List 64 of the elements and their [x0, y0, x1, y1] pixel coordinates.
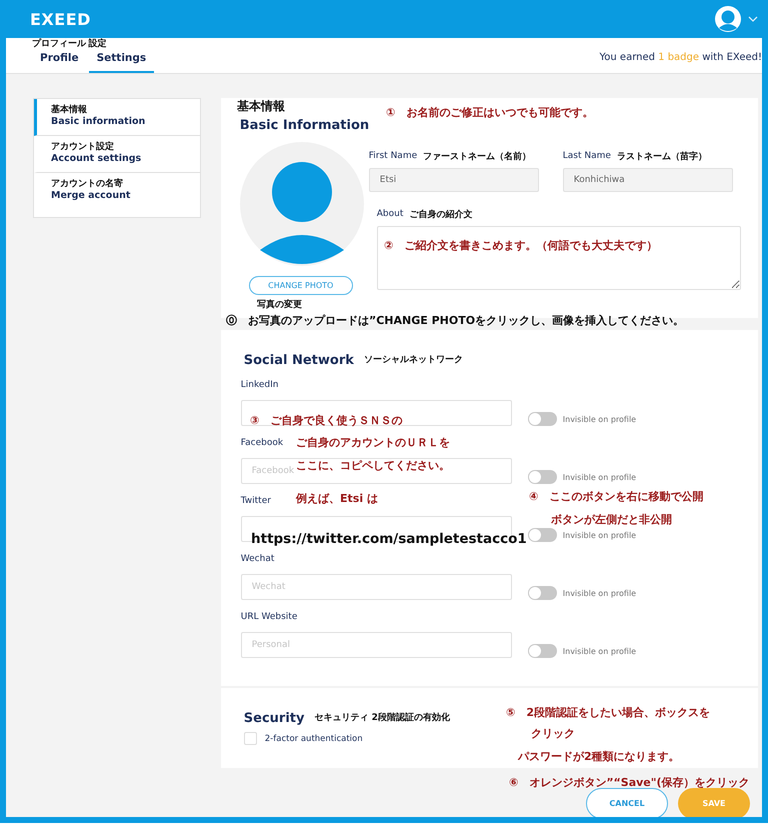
section-title: Security	[244, 711, 304, 726]
sidebar-item[interactable]: アカウントの名寄 Merge account	[34, 173, 200, 217]
cancel-button[interactable]: CANCEL	[586, 788, 668, 817]
url-field[interactable]: Personal	[240, 632, 512, 658]
section-note: セキュリティ 2段階認証の有効化	[314, 711, 450, 724]
section-title: Social Network	[244, 353, 354, 368]
field-label: Facebook	[240, 438, 284, 450]
field-label: URL Website	[240, 612, 298, 624]
annotation-text: https://twitter.com/sampletestacco1	[251, 531, 527, 548]
visibility-toggle[interactable]	[528, 586, 557, 600]
field-label: Last Name	[562, 151, 611, 161]
checkbox-label: 2-factor authentication	[264, 734, 363, 744]
sidebar-item[interactable]: 基本情報 Basic information	[34, 99, 200, 136]
name-field[interactable]: Konhichiwa	[562, 168, 733, 192]
tab[interactable]: Profile	[32, 50, 87, 73]
visibility-toggle[interactable]	[528, 644, 557, 658]
field-note: ご自身の紹介文	[409, 208, 472, 220]
field-label: About	[376, 209, 404, 219]
avatar-silhouette-icon	[240, 142, 364, 266]
annotation-text: クリック	[531, 727, 575, 740]
annotation-text: ③ ご自身で良く使うＳＮＳの	[250, 414, 402, 428]
section-title: Basic Information	[240, 118, 370, 133]
annotation-text: ボタンが左側だと非公開	[551, 513, 672, 526]
annotation-text: ④ ここのボタンを右に移動で公開	[529, 490, 704, 504]
field-label: Twitter	[240, 496, 271, 508]
checkbox[interactable]	[244, 732, 257, 745]
field-label: LinkedIn	[240, 380, 278, 392]
visibility-label: Invisible on profile	[562, 414, 636, 424]
annotation-text: ① お名前のご修正はいつでも可能です。	[386, 106, 594, 120]
annotation-text: ② ご紹介文を書きこめます。（何語でも大丈夫です）	[384, 239, 658, 252]
annotation-text: パスワードが2種類になります。	[518, 750, 680, 764]
section-note: 基本情報	[236, 98, 285, 115]
tab[interactable]: Settings	[88, 50, 154, 73]
annotation-text: ⑤ 2段階認証をしたい場合、ボックスを	[506, 706, 710, 720]
section-note: ソーシャルネットワーク	[364, 354, 463, 366]
annotation-text: ここに、コピペしてください。	[296, 459, 450, 472]
visibility-toggle[interactable]	[528, 470, 557, 484]
tab-note: プロフィール	[32, 37, 86, 50]
change-photo-button[interactable]: CHANGE PHOTO	[248, 276, 353, 295]
visibility-toggle[interactable]	[528, 528, 557, 542]
visibility-label: Invisible on profile	[562, 646, 636, 656]
badge-message: You earned 1 badge with EXeed!	[600, 52, 762, 65]
visibility-toggle[interactable]	[528, 412, 557, 426]
annotation-text: 例えば、Etsi は	[296, 492, 378, 506]
field-label: First Name	[368, 151, 418, 161]
visibility-label: Invisible on profile	[562, 530, 636, 540]
annotation-text: ⓪ お写真のアップロードは”CHANGE PHOTOをクリックし、画像を挿入してください。	[226, 314, 684, 328]
logo[interactable]: EXEED	[30, 10, 91, 28]
visibility-label: Invisible on profile	[562, 588, 636, 598]
url-field[interactable]	[240, 400, 512, 426]
field-note: ファーストネーム（名前）	[423, 150, 532, 162]
sidebar-item[interactable]: アカウント設定 Account settings	[34, 136, 200, 173]
url-field[interactable]: Wechat	[240, 574, 512, 600]
user-avatar-icon[interactable]	[714, 5, 742, 33]
visibility-label: Invisible on profile	[562, 472, 636, 482]
annotation-text: ⑥ オレンジボタン”“Save"(保存）をクリック	[509, 776, 750, 790]
field-label: Wechat	[240, 554, 274, 566]
photo-note: 写真の変更	[256, 298, 302, 311]
tab-note: 設定	[88, 37, 107, 50]
field-note: ラストネーム（苗字）	[616, 150, 707, 162]
about-field[interactable]	[376, 226, 741, 290]
chevron-down-icon[interactable]	[748, 16, 758, 22]
name-field[interactable]: Etsi	[368, 168, 539, 192]
annotation-text: ご自身のアカウントのＵＲＬを	[296, 436, 450, 450]
